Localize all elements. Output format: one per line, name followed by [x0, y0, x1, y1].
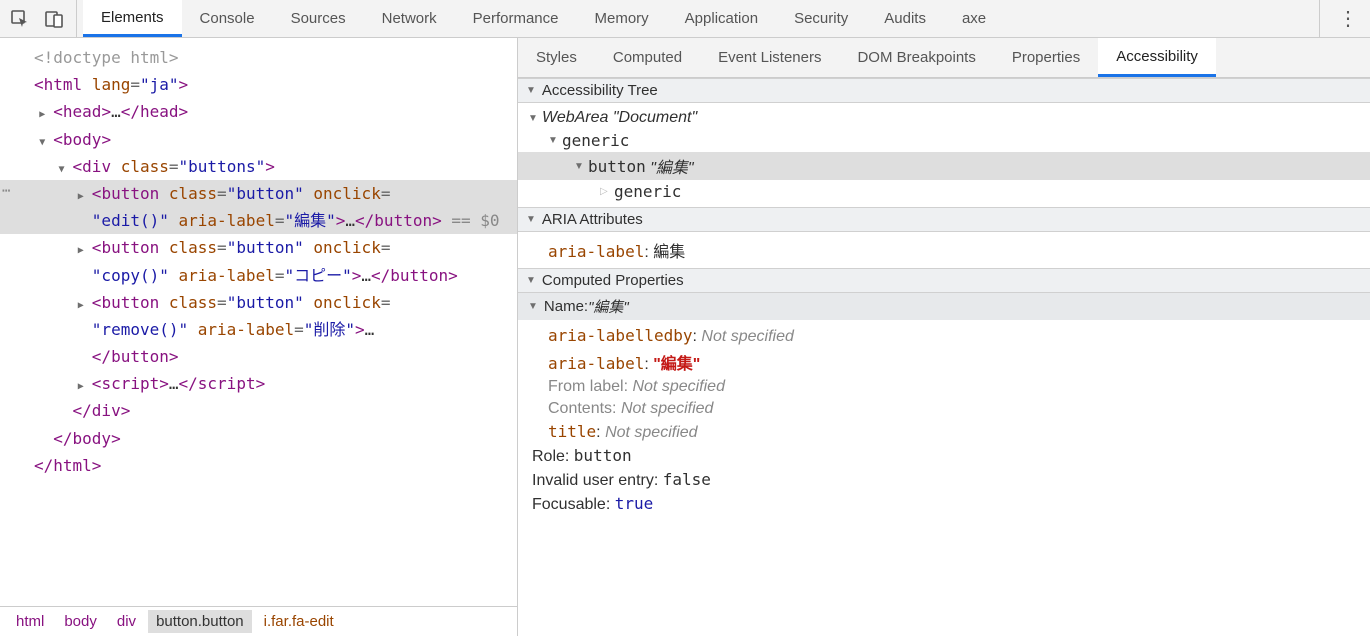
subtab-event-listeners[interactable]: Event Listeners: [700, 38, 839, 77]
dom-tree[interactable]: <!doctype html> <html lang="ja"> <head>……: [0, 38, 517, 606]
tab-security[interactable]: Security: [776, 0, 866, 37]
sidebar-tabs: StylesComputedEvent ListenersDOM Breakpo…: [518, 38, 1370, 78]
accessibility-tree-header[interactable]: Accessibility Tree: [518, 78, 1370, 103]
tab-sources[interactable]: Sources: [273, 0, 364, 37]
tab-application[interactable]: Application: [667, 0, 776, 37]
elements-panel: <!doctype html> <html lang="ja"> <head>……: [0, 38, 518, 636]
breadcrumb[interactable]: htmlbodydivbutton.buttoni.far.fa-edit: [0, 606, 517, 636]
accessibility-tree: ▼WebArea "Document" ▼generic ▼button "編集…: [518, 103, 1370, 207]
doctype: <!doctype html>: [34, 48, 179, 67]
aria-attributes-header[interactable]: ARIA Attributes: [518, 207, 1370, 232]
subtab-dom-breakpoints[interactable]: DOM Breakpoints: [839, 38, 993, 77]
selected-acc-node[interactable]: ▼button "編集": [518, 152, 1370, 180]
crumb-html[interactable]: html: [8, 610, 52, 633]
kebab-menu-icon[interactable]: ⋮: [1338, 6, 1358, 31]
computed-properties-header[interactable]: Computed Properties: [518, 268, 1370, 293]
crumb-div[interactable]: div: [109, 610, 144, 633]
inspect-icon[interactable]: [10, 9, 30, 29]
crumb-body[interactable]: body: [56, 610, 105, 633]
tab-audits[interactable]: Audits: [866, 0, 944, 37]
selected-dom-node[interactable]: ⋯ <button class="button" onclick=: [0, 180, 517, 207]
subtab-computed[interactable]: Computed: [595, 38, 700, 77]
sidebar-panel: StylesComputedEvent ListenersDOM Breakpo…: [518, 38, 1370, 636]
crumb-button-button[interactable]: button.button: [148, 610, 252, 633]
subtab-accessibility[interactable]: Accessibility: [1098, 38, 1216, 77]
toolbar-icons: [0, 0, 70, 37]
tab-axe[interactable]: axe: [944, 0, 1004, 37]
tab-memory[interactable]: Memory: [577, 0, 667, 37]
subtab-styles[interactable]: Styles: [518, 38, 595, 77]
device-toggle-icon[interactable]: [44, 9, 64, 29]
tab-console[interactable]: Console: [182, 0, 273, 37]
panel-tabs: ElementsConsoleSourcesNetworkPerformance…: [83, 0, 1313, 37]
computed-name-row[interactable]: Name: "編集": [518, 293, 1370, 320]
subtab-properties[interactable]: Properties: [994, 38, 1098, 77]
tab-network[interactable]: Network: [364, 0, 455, 37]
tab-performance[interactable]: Performance: [455, 0, 577, 37]
main-toolbar: ElementsConsoleSourcesNetworkPerformance…: [0, 0, 1370, 38]
crumb-i-far-fa-edit[interactable]: i.far.fa-edit: [256, 610, 342, 633]
tab-elements[interactable]: Elements: [83, 0, 182, 37]
